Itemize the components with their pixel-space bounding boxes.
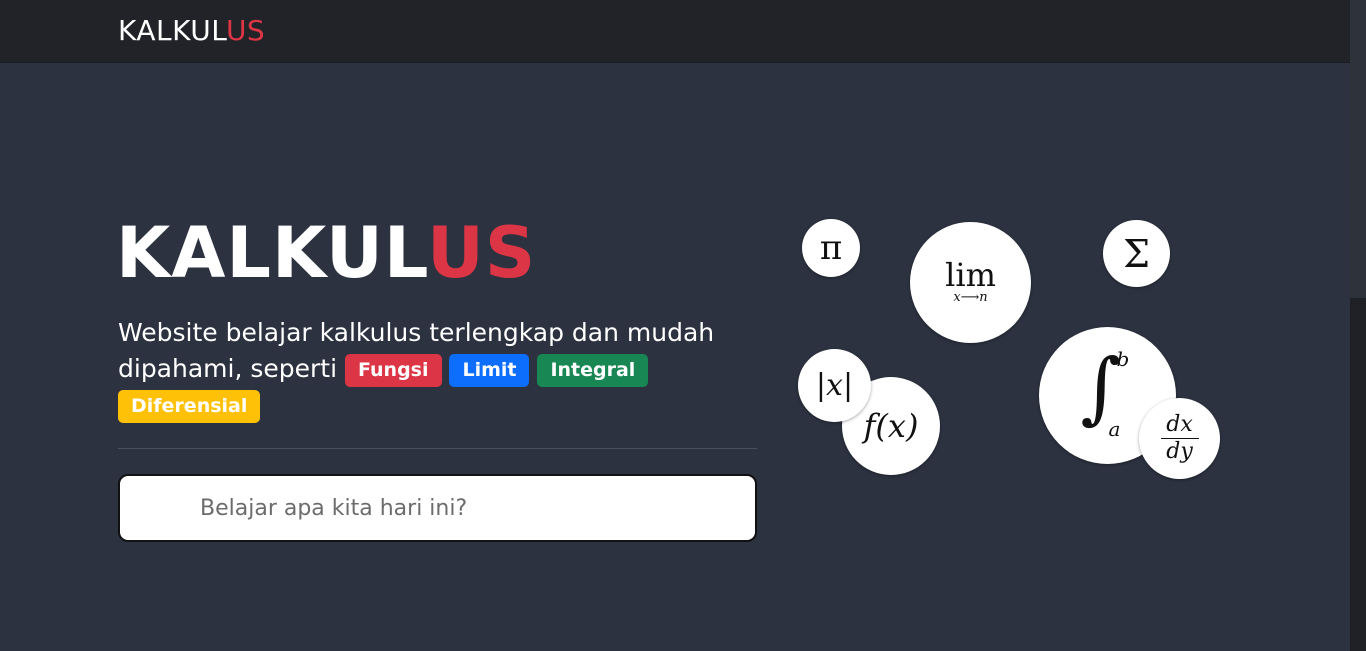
derivative-denominator: dy [1166, 439, 1193, 464]
hero-title-accent: US [427, 212, 537, 294]
hero-title: KALKULUS [116, 218, 536, 288]
derivative-symbol-bubble: dx dy [1139, 398, 1220, 479]
absolute-value-icon: |x| [815, 368, 854, 403]
hero-title-main: KALKUL [116, 212, 427, 294]
brand-text: KALKUL [118, 14, 226, 47]
hero-divider [118, 448, 757, 449]
limit-symbol-bubble: lim x⟶n [910, 222, 1031, 343]
function-icon: f(x) [863, 407, 919, 445]
page-scrollbar[interactable] [1350, 0, 1366, 651]
navbar-brand-link[interactable]: KALKULUS [118, 14, 265, 47]
limit-icon: lim [945, 255, 996, 294]
badge-fungsi[interactable]: Fungsi [345, 354, 442, 387]
pi-icon: π [819, 228, 843, 268]
absolute-value-symbol-bubble: |x| [798, 349, 871, 422]
badge-limit[interactable]: Limit [449, 354, 530, 387]
scrollbar-thumb[interactable] [1350, 0, 1366, 298]
integral-icon: ∫ b a [1073, 343, 1143, 441]
derivative-numerator: dx [1166, 412, 1193, 437]
brand-accent-text: US [225, 14, 266, 47]
integral-lower-bound: a [1108, 416, 1121, 441]
navbar: KALKULUS [0, 0, 1350, 63]
badge-integral[interactable]: Integral [537, 354, 649, 387]
sigma-icon: Σ [1123, 231, 1150, 276]
sigma-symbol-bubble: Σ [1103, 220, 1170, 287]
badge-diferensial[interactable]: Diferensial [118, 390, 261, 423]
search-input[interactable] [118, 474, 757, 542]
hero-lead: Website belajar kalkulus terlengkap dan … [118, 315, 778, 423]
page: KALKULUS KALKULUS Website belajar kalkul… [0, 0, 1366, 651]
integral-upper-bound: b [1116, 346, 1130, 371]
pi-symbol-bubble: π [802, 219, 860, 277]
limit-subscript: x⟶n [953, 289, 988, 305]
